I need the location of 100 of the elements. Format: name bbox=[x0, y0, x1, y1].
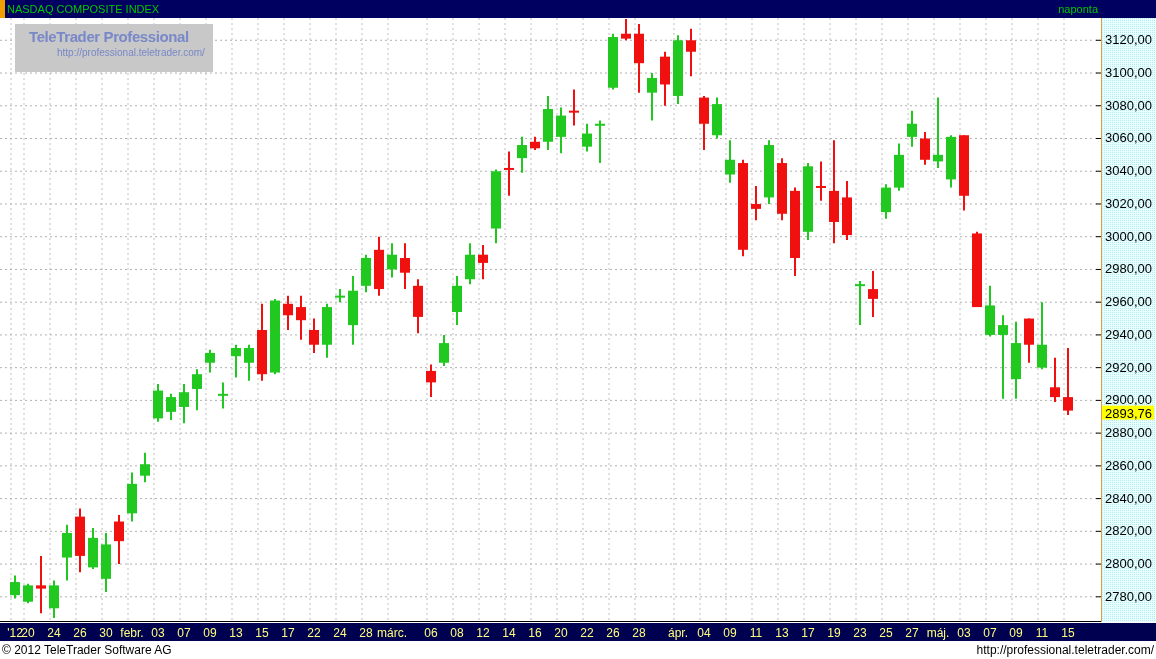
candlestick bbox=[1024, 317, 1034, 364]
candlestick bbox=[244, 343, 254, 382]
date-tick-label: 26 bbox=[73, 626, 87, 640]
date-tick-label: '12 bbox=[7, 626, 23, 640]
candlestick bbox=[920, 130, 930, 166]
candlestick bbox=[179, 383, 189, 425]
candlestick bbox=[101, 531, 111, 593]
candlestick bbox=[465, 242, 475, 286]
price-tick-label: 2780,00 bbox=[1105, 588, 1152, 604]
price-tick-label: 2940,00 bbox=[1105, 326, 1152, 342]
candlestick bbox=[608, 32, 618, 91]
date-tick-label: 28 bbox=[632, 626, 646, 640]
candlestick bbox=[296, 294, 306, 341]
date-tick-label: 26 bbox=[606, 626, 620, 640]
price-tick-label: 3060,00 bbox=[1105, 130, 1152, 146]
price-tick-label: 3020,00 bbox=[1105, 195, 1152, 211]
date-tick-label: 22 bbox=[580, 626, 594, 640]
candlestick bbox=[504, 150, 514, 197]
candlestick bbox=[751, 184, 761, 222]
date-tick-label: 30 bbox=[99, 626, 113, 640]
date-tick-label: 03 bbox=[957, 626, 971, 640]
date-tick-label: 15 bbox=[1061, 626, 1075, 640]
candlestick bbox=[647, 72, 657, 122]
date-tick-label: 14 bbox=[502, 626, 516, 640]
date-tick-label: 09 bbox=[723, 626, 737, 640]
date-tick-label: 19 bbox=[827, 626, 841, 640]
candlestick bbox=[985, 284, 995, 338]
date-tick-label: máj. bbox=[926, 626, 950, 640]
candlestick bbox=[725, 139, 735, 184]
candlestick bbox=[946, 134, 956, 189]
date-tick-label: 15 bbox=[255, 626, 269, 640]
date-tick-label: 20 bbox=[554, 626, 568, 640]
candlestick bbox=[335, 288, 345, 304]
date-tick-label: ápr. bbox=[668, 626, 688, 640]
date-tick-label: 09 bbox=[1009, 626, 1023, 640]
date-tick-label: 12 bbox=[476, 626, 490, 640]
candlestick bbox=[452, 275, 462, 327]
candlestick bbox=[868, 270, 878, 318]
candlestick bbox=[400, 242, 410, 291]
candlestick bbox=[595, 119, 605, 165]
candlestick bbox=[1050, 356, 1060, 403]
date-tick-label: 08 bbox=[450, 626, 464, 640]
date-tick-label: márc. bbox=[377, 626, 407, 640]
date-tick-label: 06 bbox=[424, 626, 438, 640]
candlestick bbox=[205, 348, 215, 374]
date-tick-label: 11 bbox=[749, 626, 763, 640]
date-tick-label: 11 bbox=[1035, 626, 1049, 640]
candlestick bbox=[582, 122, 592, 153]
chart-title: NASDAQ COMPOSITE INDEX bbox=[7, 3, 161, 15]
date-tick-label: 07 bbox=[177, 626, 191, 640]
date-tick-label: 16 bbox=[528, 626, 542, 640]
price-tick-label: 2820,00 bbox=[1105, 523, 1152, 539]
price-tick-label: 3040,00 bbox=[1105, 163, 1152, 179]
date-tick-label: 27 bbox=[905, 626, 919, 640]
candlestick bbox=[283, 294, 293, 331]
candlestick bbox=[231, 343, 241, 379]
candlestick bbox=[348, 275, 358, 346]
price-tick-label: 3100,00 bbox=[1105, 65, 1152, 80]
candlestick bbox=[75, 507, 85, 574]
candlestick bbox=[530, 135, 540, 151]
price-tick-label: 2880,00 bbox=[1105, 425, 1152, 441]
candlestick bbox=[881, 183, 891, 220]
candlestick bbox=[114, 513, 124, 566]
candlestick bbox=[686, 27, 696, 78]
candlestick bbox=[855, 279, 865, 327]
candlestick bbox=[88, 527, 98, 570]
copyright-text: © 2012 TeleTrader Software AG bbox=[2, 643, 172, 657]
date-tick-label: 24 bbox=[333, 626, 347, 640]
candlestick bbox=[621, 18, 631, 42]
date-tick-label: 07 bbox=[983, 626, 997, 640]
website-link[interactable]: http://professional.teletrader.com/ bbox=[976, 643, 1154, 657]
price-tick-label: 2840,00 bbox=[1105, 490, 1152, 506]
candlestick bbox=[10, 574, 20, 600]
candlestick bbox=[894, 142, 904, 192]
candlestick bbox=[361, 253, 371, 294]
candlestick bbox=[543, 94, 553, 151]
candlestick bbox=[49, 579, 59, 620]
candlestick bbox=[426, 363, 436, 399]
candlestick bbox=[478, 243, 488, 281]
candlestick bbox=[569, 88, 579, 127]
candlestick bbox=[556, 106, 566, 155]
date-tick-label: 13 bbox=[775, 626, 789, 640]
accent-marker bbox=[0, 0, 5, 18]
price-tick-label: 2960,00 bbox=[1105, 294, 1152, 310]
date-tick-label: 17 bbox=[281, 626, 295, 640]
candlestick bbox=[36, 554, 46, 615]
candlestick bbox=[660, 50, 670, 107]
candlestick bbox=[192, 368, 202, 412]
period-label: naponta bbox=[1058, 3, 1099, 15]
candlestick bbox=[218, 381, 228, 410]
candlestick bbox=[374, 235, 384, 297]
date-tick-label: 04 bbox=[697, 626, 711, 640]
date-tick-label: 03 bbox=[151, 626, 165, 640]
price-tick-label: 2900,00 bbox=[1105, 392, 1152, 408]
date-tick-label: 20 bbox=[21, 626, 35, 640]
candlestick bbox=[309, 317, 319, 354]
date-tick-label: 13 bbox=[229, 626, 243, 640]
candlestick bbox=[166, 392, 176, 422]
price-tick-label: 3080,00 bbox=[1105, 97, 1152, 113]
candlestick bbox=[699, 94, 709, 151]
